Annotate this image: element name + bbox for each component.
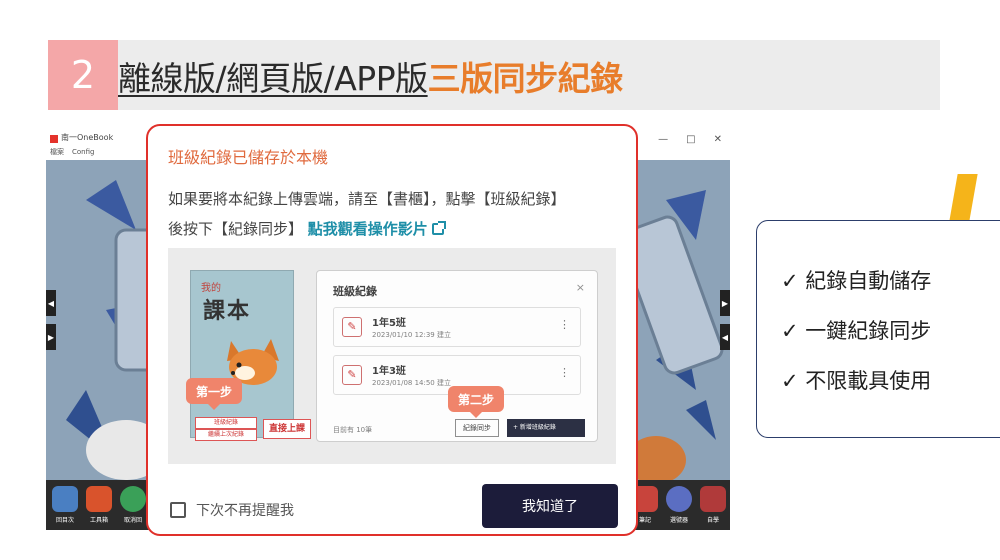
feature-item: ✓ 一鍵紀錄同步 (781, 319, 932, 343)
class-panel-title: 班級紀錄 (333, 285, 377, 298)
slide-title: 離線版/網頁版/APP版三版同步紀錄 (118, 52, 623, 100)
instruction-illustration: 我的 課本 班級紀錄 繼續上次紀錄 直接上課 第一步 班級紀錄 × ✎ 1年5班… (168, 248, 616, 464)
book-class-record-button: 班級紀錄 (195, 417, 257, 429)
toolbar-label: 自學 (706, 517, 719, 524)
checkbox-label: 下次不再提醒我 (196, 503, 294, 519)
video-link[interactable]: 點我觀看操作影片 (307, 220, 446, 238)
dont-remind-checkbox[interactable]: 下次不再提醒我 (170, 500, 294, 520)
step-two-badge: 第二步 (448, 386, 505, 418)
toolbar-toolbox[interactable]: 工具箱 (82, 482, 116, 526)
slide-title-accent: 三版同步紀錄 (427, 59, 624, 98)
step-one-badge: 第一步 (186, 378, 243, 410)
book-start-class-button: 直接上課 (263, 419, 311, 439)
feature-list: ✓ 紀錄自動儲存 ✓ 一鍵紀錄同步 ✓ 不限載具使用 (781, 265, 931, 415)
undo-icon (120, 486, 146, 512)
class-name: 1年3班 (372, 366, 406, 377)
minimize-icon[interactable]: — (658, 134, 668, 145)
toolbar-label: 工具箱 (89, 517, 108, 524)
class-record-count: 目前有 10筆 (333, 426, 373, 434)
picker-icon (666, 486, 692, 512)
window-controls: — □ ✕ (658, 134, 722, 145)
external-link-icon (431, 221, 446, 235)
book-title: 課本 (203, 299, 252, 324)
slide-title-plain: 離線版/網頁版/APP版 (118, 59, 428, 98)
close-icon[interactable]: ✕ (714, 134, 722, 145)
toolbar-label: 取消回 (123, 517, 142, 524)
feature-item: ✓ 不限載具使用 (781, 369, 932, 393)
menu-item-config[interactable]: Config (72, 148, 94, 156)
sync-reminder-modal: 班級紀錄已儲存於本機 如果要將本紀錄上傳雲端，請至【書櫃】，點擊【班級紀錄】 後… (146, 124, 638, 536)
video-link-text: 點我觀看操作影片 (307, 220, 428, 238)
class-panel-close-icon: × (575, 281, 585, 294)
checkbox-icon[interactable] (170, 502, 186, 518)
pencil-icon: ✎ (342, 365, 362, 385)
next-page-arrow-icon[interactable]: ▶ (720, 290, 730, 316)
app-logo-icon (50, 135, 58, 143)
menu-item-file[interactable]: 檔案 (50, 148, 64, 156)
toolbar-label: 選號器 (669, 517, 688, 524)
pencil-icon: ✎ (342, 317, 362, 337)
app-menu: 檔案 Config (50, 147, 102, 157)
toolbar-label: 筆記 (638, 517, 651, 524)
toolbox-icon (86, 486, 112, 512)
modal-body-line-1: 如果要將本紀錄上傳雲端，請至【書櫃】，點擊【班級紀錄】 (168, 190, 566, 208)
feature-item: ✓ 紀錄自動儲存 (781, 269, 932, 293)
maximize-icon[interactable]: □ (686, 134, 695, 145)
toolbar-picker[interactable]: 選號器 (662, 482, 696, 526)
toolbar-label: 回目次 (55, 517, 74, 524)
home-icon (52, 486, 78, 512)
prev-page-arrow-icon[interactable]: ◀ (46, 290, 56, 316)
toolbar-undo[interactable]: 取消回 (116, 482, 150, 526)
add-class-record-button: + 新增班級紀錄 (507, 419, 585, 437)
class-record-panel: 班級紀錄 × ✎ 1年5班 2023/01/10 12:39 建立 ⋮ ✎ 1年… (316, 270, 598, 442)
toolbar-self-study[interactable]: 自學 (696, 482, 730, 526)
more-options-icon: ⋮ (559, 318, 570, 331)
class-date: 2023/01/10 12:39 建立 (372, 331, 451, 339)
class-record-item: ✎ 1年5班 2023/01/10 12:39 建立 ⋮ (333, 307, 581, 347)
next-arrow-icon[interactable]: ◀ (720, 324, 730, 350)
book-subtitle: 我的 (201, 283, 221, 294)
modal-body-line-2-text: 後按下【紀錄同步】 (168, 220, 304, 238)
more-options-icon: ⋮ (559, 366, 570, 379)
textbook-cover: 我的 課本 班級紀錄 繼續上次紀錄 直接上課 (190, 270, 311, 441)
book-continue-button: 繼續上次紀錄 (195, 429, 257, 441)
modal-title: 班級紀錄已儲存於本機 (168, 148, 329, 167)
feature-box: ✓ 紀錄自動儲存 ✓ 一鍵紀錄同步 ✓ 不限載具使用 (756, 220, 1000, 438)
modal-body-line-2: 後按下【紀錄同步】 點我觀看操作影片 (168, 214, 628, 244)
book-icon (700, 486, 726, 512)
prev-arrow-icon[interactable]: ▶ (46, 324, 56, 350)
acknowledge-button[interactable]: 我知道了 (482, 484, 618, 528)
class-date: 2023/01/08 14:50 建立 (372, 379, 451, 387)
record-sync-button: 紀錄同步 (455, 419, 499, 437)
step-number-badge: 2 (48, 40, 118, 110)
class-name: 1年5班 (372, 318, 406, 329)
toolbar-home[interactable]: 回目次 (48, 482, 82, 526)
modal-body: 如果要將本紀錄上傳雲端，請至【書櫃】，點擊【班級紀錄】 後按下【紀錄同步】 點我… (168, 184, 628, 244)
app-name: 南一OneBook (61, 133, 114, 142)
